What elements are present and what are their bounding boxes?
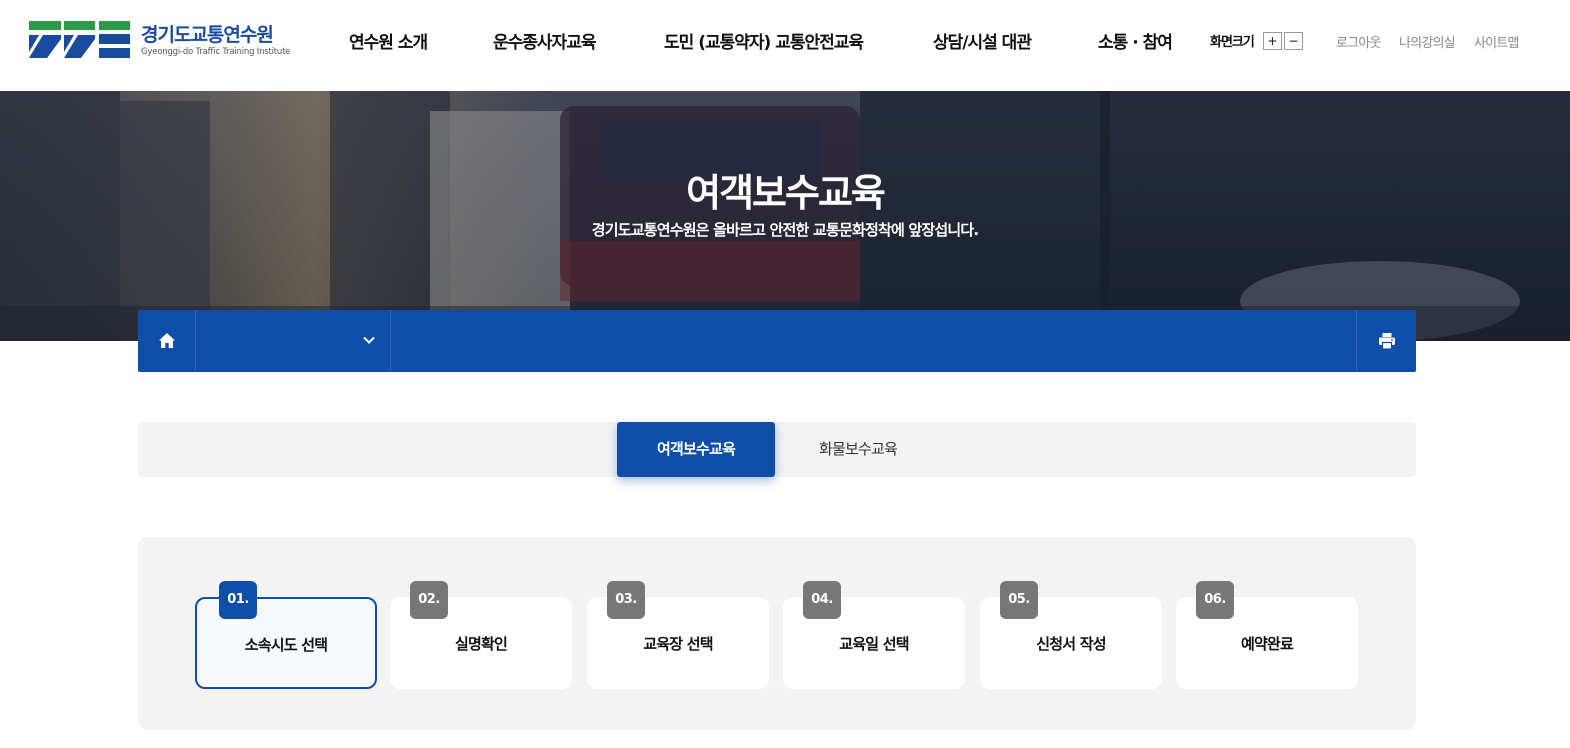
zoom-control: 화면크기 + − — [1210, 31, 1303, 50]
gnb-item-about[interactable]: 연수원 소개 — [349, 28, 428, 54]
step-select-venue[interactable]: 03. 교육장 선택 — [587, 581, 769, 689]
step-select-date[interactable]: 04. 교육일 선택 — [783, 581, 965, 689]
logo-name-ko: 경기도교통연수원 — [141, 23, 274, 46]
zoom-out-button[interactable]: − — [1283, 31, 1303, 50]
step-number: 03. — [607, 581, 645, 619]
print-icon — [1379, 333, 1395, 350]
location-dropdown[interactable] — [196, 310, 391, 372]
step-label: 교육일 선택 — [839, 635, 909, 653]
step-number: 05. — [1000, 581, 1038, 619]
step-application-form[interactable]: 05. 신청서 작성 — [980, 581, 1162, 689]
education-tabs: 여객보수교육 화물보수교육 — [138, 422, 1416, 477]
step-number: 01. — [219, 581, 257, 619]
step-label: 신청서 작성 — [1036, 635, 1106, 653]
home-button[interactable] — [138, 310, 196, 372]
zoom-label: 화면크기 — [1210, 35, 1255, 50]
step-label: 예약완료 — [1240, 635, 1294, 653]
gnb-item-consulting-facility[interactable]: 상담/시설 대관 — [933, 28, 1032, 54]
step-label: 실명확인 — [454, 635, 508, 653]
step-number: 02. — [410, 581, 448, 619]
my-classroom-link[interactable]: 나의강의실 — [1399, 32, 1456, 51]
zoom-in-button[interactable]: + — [1262, 31, 1282, 50]
logo-name-en: Gyeonggi-do Traffic Training Institute — [141, 46, 291, 57]
step-number: 06. — [1196, 581, 1234, 619]
step-label: 교육장 선택 — [643, 635, 713, 653]
page-title: 여객보수교육 — [686, 171, 886, 215]
chevron-down-icon — [363, 336, 375, 344]
page-subtitle: 경기도교통연수원은 올바르고 안전한 교통문화정착에 앞장섭니다. — [591, 221, 979, 239]
step-reservation-complete[interactable]: 06. 예약완료 — [1176, 581, 1358, 689]
gnb-item-citizen-safety-education[interactable]: 도민 (교통약자) 교통안전교육 — [664, 28, 864, 54]
logout-link[interactable]: 로그아웃 — [1336, 32, 1381, 51]
print-button[interactable] — [1356, 310, 1416, 372]
tab-passenger-education[interactable]: 여객보수교육 — [617, 422, 775, 477]
location-bar — [138, 310, 1416, 372]
step-select-region[interactable]: 01. 소속시도 선택 — [195, 581, 377, 689]
hero-banner: 여객보수교육 경기도교통연수원은 올바르고 안전한 교통문화정착에 앞장섭니다. — [0, 91, 1570, 341]
sitemap-link[interactable]: 사이트맵 — [1474, 32, 1519, 51]
home-icon — [159, 333, 175, 348]
gnb-item-driver-education[interactable]: 운수종사자교육 — [493, 28, 596, 54]
step-identity-verification[interactable]: 02. 실명확인 — [390, 581, 572, 689]
gnb-item-communication[interactable]: 소통 · 참여 — [1098, 28, 1173, 54]
tab-freight-education[interactable]: 화물보수교육 — [798, 422, 918, 477]
reservation-steps: 01. 소속시도 선택 02. 실명확인 03. 교육장 선택 04. 교육일 … — [138, 537, 1416, 730]
step-number: 04. — [803, 581, 841, 619]
site-header: 경기도교통연수원 Gyeonggi-do Traffic Training In… — [0, 0, 1570, 91]
step-label: 소속시도 선택 — [244, 636, 328, 654]
logo-mark-icon — [29, 21, 130, 58]
site-logo[interactable]: 경기도교통연수원 Gyeonggi-do Traffic Training In… — [29, 21, 290, 59]
